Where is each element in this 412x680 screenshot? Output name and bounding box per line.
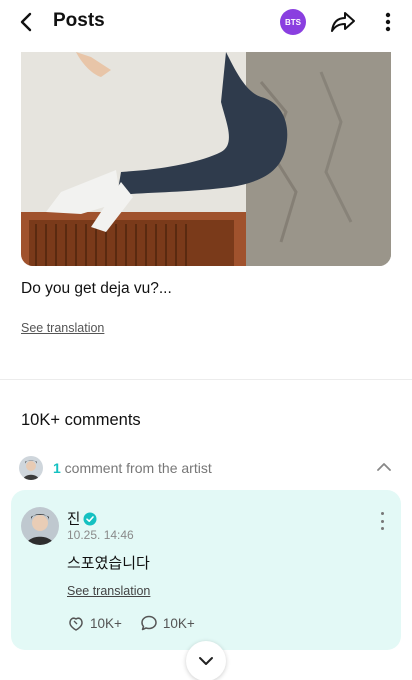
like-icon	[69, 617, 83, 631]
share-icon[interactable]	[329, 8, 357, 36]
avatar[interactable]	[21, 507, 59, 545]
dot	[380, 519, 384, 523]
section-divider	[0, 379, 412, 380]
top-bar: Posts BTS	[0, 0, 412, 46]
artist-comment-card: 진 10.25. 14:46 스포였습니다 See translation 10…	[11, 490, 401, 650]
back-icon[interactable]	[14, 10, 38, 34]
comment-more-icon[interactable]	[377, 512, 387, 530]
comment-text: 스포였습니다	[67, 555, 150, 572]
post-image[interactable]	[21, 52, 391, 266]
dot	[380, 512, 384, 515]
community-badge[interactable]: BTS	[280, 9, 306, 35]
more-options-icon[interactable]	[378, 10, 398, 34]
comments-count: 10K+ comments	[21, 411, 141, 429]
page-title: Posts	[53, 10, 105, 31]
artist-comments-row[interactable]: 1 comment from the artist	[19, 455, 394, 481]
reply-count: 10K+	[162, 615, 195, 631]
author-name: 진	[67, 512, 81, 528]
reply-button[interactable]: 10K+	[140, 614, 195, 632]
like-button[interactable]: 10K+	[67, 614, 122, 632]
comment-author[interactable]: 진	[67, 508, 97, 529]
artist-comments-count: 1	[53, 460, 61, 476]
post-text: Do you get deja vu?...	[21, 280, 172, 297]
artist-comments-label: 1 comment from the artist	[53, 460, 212, 476]
artist-comments-text: comment from the artist	[60, 460, 212, 476]
scroll-down-button[interactable]	[186, 641, 226, 680]
comment-timestamp: 10.25. 14:46	[67, 528, 134, 542]
see-translation-link[interactable]: See translation	[67, 584, 150, 598]
like-count: 10K+	[90, 615, 122, 631]
see-translation-link[interactable]: See translation	[21, 321, 104, 335]
chevron-up-icon[interactable]	[374, 457, 394, 477]
comment-actions: 10K+ 10K+	[67, 614, 213, 632]
comment-icon	[141, 615, 157, 631]
dot	[380, 527, 384, 530]
artist-avatar	[19, 456, 43, 480]
verified-icon	[83, 512, 97, 526]
chevron-down-icon	[199, 657, 213, 665]
